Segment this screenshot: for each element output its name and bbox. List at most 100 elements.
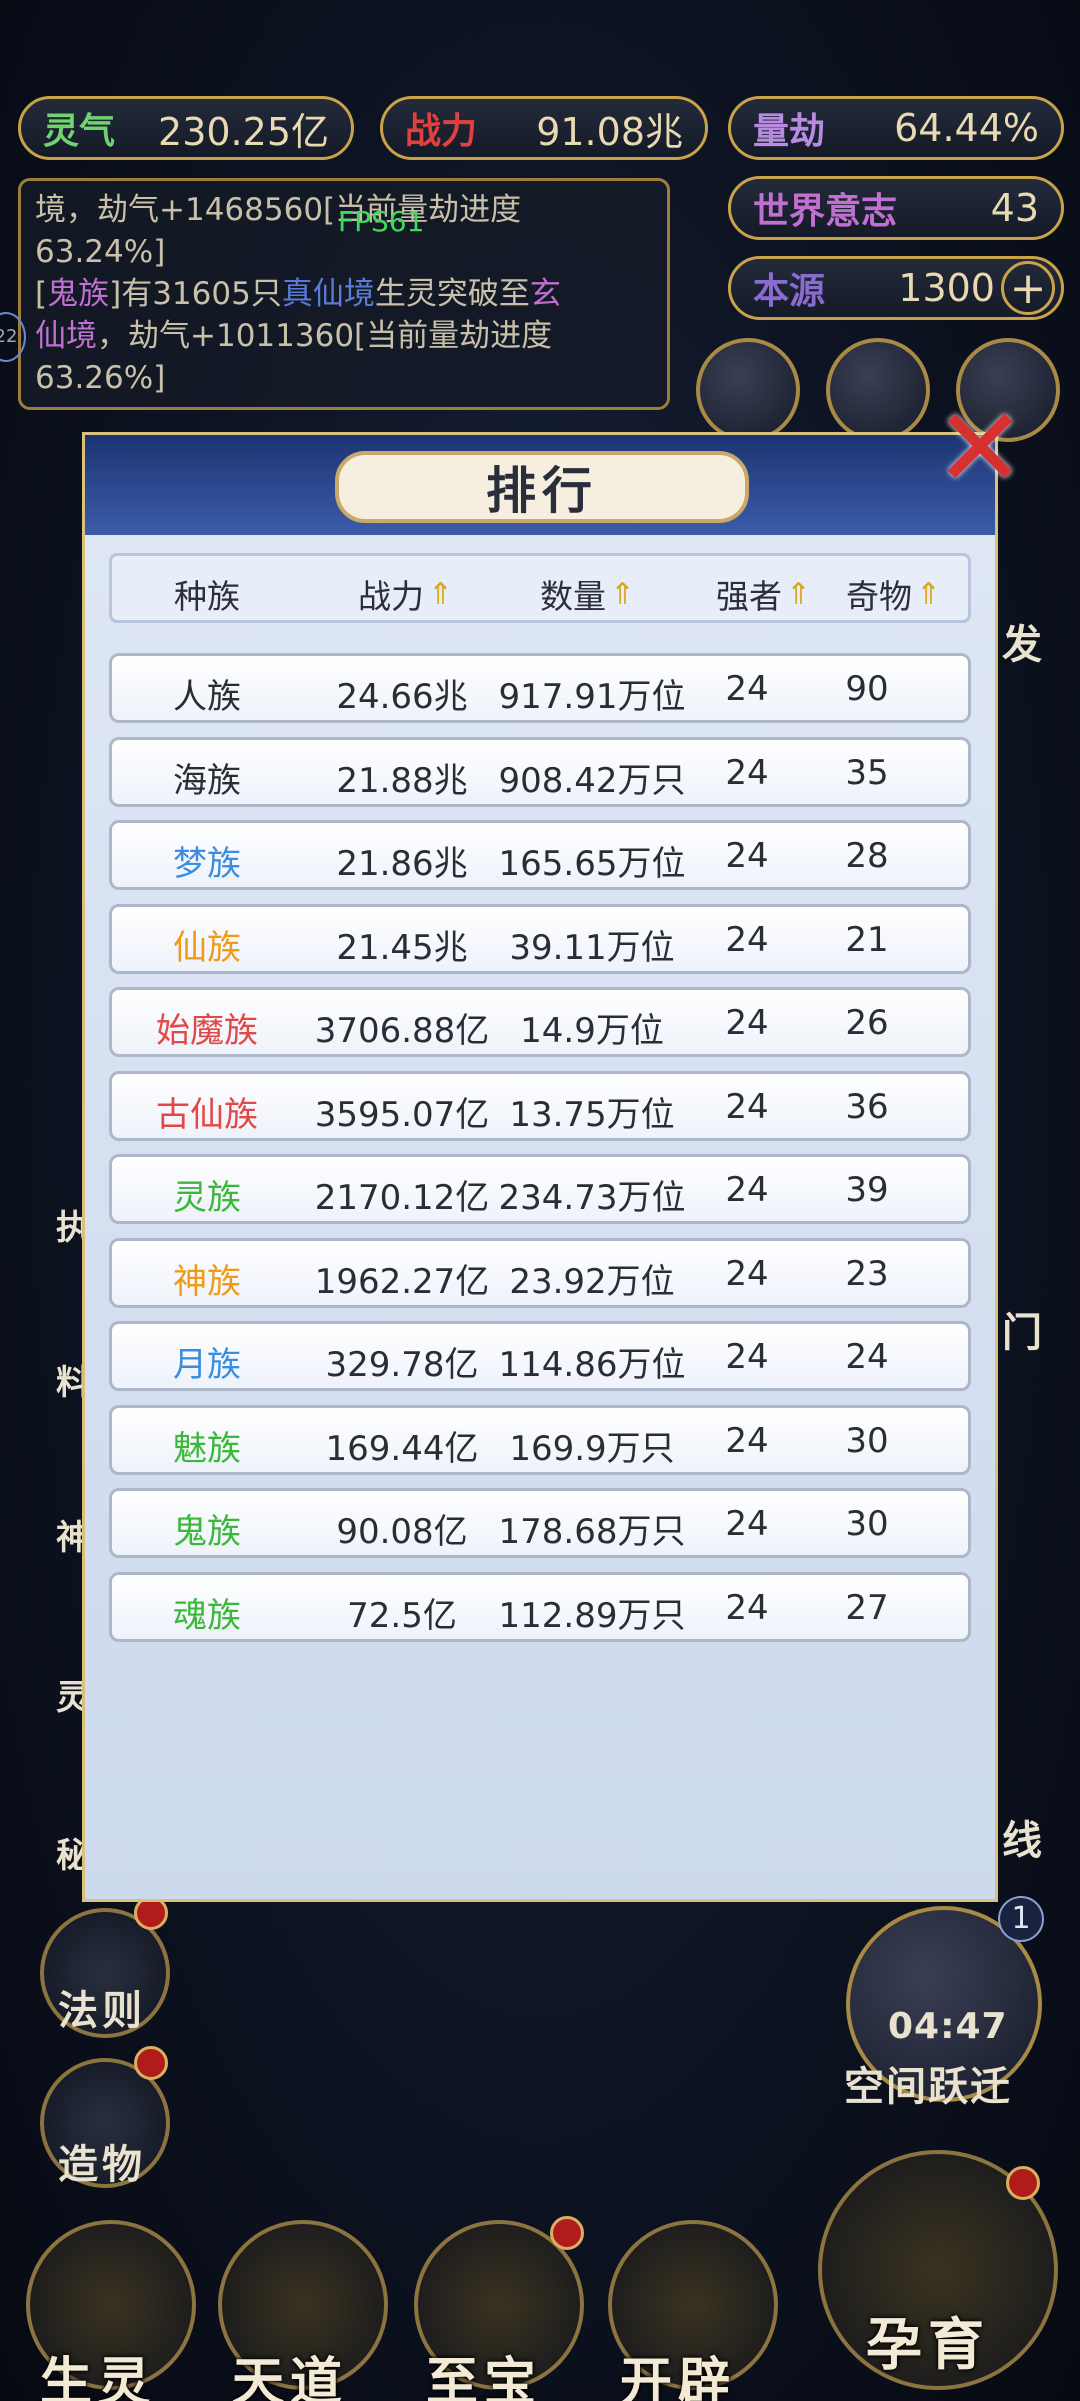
shijie-label: 世界意志: [753, 191, 898, 232]
lingqi-bar: 灵气 230.25亿: [18, 96, 354, 160]
table-row[interactable]: 鬼族 90.08亿 178.68万只 24 30: [109, 1488, 971, 1558]
count-cell: 169.9万只: [509, 1428, 675, 1469]
count-cell: 178.68万只: [498, 1512, 686, 1552]
power-cell: 21.86兆: [336, 844, 468, 884]
benyuan-plus-button[interactable]: +: [1001, 261, 1055, 315]
table-row[interactable]: 古仙族 3595.07亿 13.75万位 24 36: [109, 1070, 971, 1141]
sort-arrow-icon: ⇑: [610, 576, 636, 612]
zhibao-notify-dot: [550, 2216, 584, 2250]
liangjie-label: 量劫: [753, 111, 826, 152]
race-cell: 魅族: [173, 1428, 241, 1469]
count-cell: 13.75万位: [509, 1094, 675, 1135]
side-xian-label: 线: [1002, 1818, 1046, 1864]
table-row[interactable]: 梦族 21.86兆 165.65万位 24 28: [109, 820, 971, 890]
table-row[interactable]: 始魔族 3706.88亿 14.9万位 24 26: [109, 987, 971, 1057]
strong-cell: 24: [725, 1253, 769, 1294]
power-cell: 1962.27亿: [314, 1261, 490, 1302]
table-row[interactable]: 魅族 169.44亿 169.9万只 24 30: [109, 1404, 971, 1475]
power-cell: 24.66兆: [336, 677, 468, 717]
header-count-sort[interactable]: 数量 ⇑: [540, 570, 635, 618]
race-cell: 鬼族: [173, 1512, 241, 1552]
lingqi-label: 灵气: [43, 111, 116, 152]
table-row[interactable]: 仙族 21.45兆 39.11万位 24 21: [109, 903, 971, 974]
count-cell: 908.42万只: [498, 760, 686, 801]
space-jump-badge: 1: [998, 1896, 1044, 1942]
race-cell: 魂族: [173, 1595, 241, 1636]
ranking-panel: 排行 种族 战力 ⇑ 数量 ⇑ 强者 ⇑ 奇物 ⇑ 人族 24.66兆 917.91万位 24…: [82, 432, 998, 1902]
zaowu-label: 造物: [58, 2142, 146, 2188]
table-row[interactable]: 魂族 72.5亿 112.89万只 24 27: [109, 1571, 971, 1642]
power-cell: 169.44亿: [325, 1428, 479, 1469]
items-cell: 21: [845, 919, 889, 960]
race-cell: 神族: [173, 1261, 241, 1302]
count-cell: 112.89万只: [498, 1595, 686, 1636]
sort-arrow-icon: ⇑: [786, 576, 812, 612]
race-cell: 人族: [173, 677, 241, 717]
header-items-sort[interactable]: 奇物 ⇑: [846, 570, 941, 618]
tiandao-label: 天道: [232, 2353, 349, 2401]
count-cell: 23.92万位: [509, 1261, 675, 1302]
shengling-label: 生灵: [40, 2353, 157, 2401]
strong-cell: 24: [725, 669, 769, 709]
table-header: 种族 战力 ⇑ 数量 ⇑ 强者 ⇑ 奇物 ⇑: [109, 553, 971, 623]
space-jump-timer: 04:47: [888, 2006, 1008, 2047]
strong-cell: 24: [725, 1504, 769, 1544]
header-race: 种族: [174, 577, 240, 616]
kaipi-label: 开辟: [620, 2353, 737, 2401]
side-fa-label: 发: [1002, 622, 1046, 668]
zaowu-notify-dot: [134, 2046, 168, 2080]
items-cell: 36: [845, 1086, 889, 1127]
table-row[interactable]: 灵族 2170.12亿 234.73万位 24 39: [109, 1154, 971, 1224]
benyuan-bar: 本源 1300 +: [728, 256, 1064, 320]
items-cell: 23: [845, 1253, 889, 1294]
liangjie-bar: 量劫 64.44%: [728, 96, 1064, 160]
side-men-label: 门: [1002, 1310, 1046, 1356]
table-row[interactable]: 人族 24.66兆 917.91万位 24 90: [109, 653, 971, 723]
race-cell: 始魔族: [156, 1011, 258, 1051]
close-icon[interactable]: ✕: [930, 393, 1030, 503]
count-cell: 234.73万位: [498, 1178, 686, 1218]
power-cell: 72.5亿: [347, 1595, 457, 1636]
strong-cell: 24: [725, 1170, 769, 1210]
items-cell: 27: [845, 1587, 889, 1628]
race-cell: 仙族: [173, 927, 241, 968]
count-cell: 165.65万位: [498, 844, 686, 884]
table-row[interactable]: 海族 21.88兆 908.42万只 24 35: [109, 736, 971, 807]
yunyu-label: 孕育: [866, 2313, 990, 2378]
fps-counter: FPS61: [338, 205, 425, 238]
sort-arrow-icon: ⇑: [428, 576, 454, 612]
skill-icon[interactable]: [826, 338, 930, 442]
zhanli-label: 战力: [405, 111, 478, 152]
race-cell: 灵族: [173, 1178, 241, 1218]
power-cell: 3595.07亿: [314, 1094, 490, 1135]
menu-icon[interactable]: [696, 338, 800, 442]
count-cell: 917.91万位: [498, 677, 686, 717]
count-cell: 114.86万位: [498, 1345, 686, 1385]
faze-label: 法则: [58, 1988, 146, 2034]
zhanli-value: 91.08兆: [536, 109, 683, 154]
strong-cell: 24: [725, 1587, 769, 1628]
log-line-4: 63.26%]: [35, 360, 166, 396]
table-row[interactable]: 神族 1962.27亿 23.92万位 24 23: [109, 1237, 971, 1308]
header-power-sort[interactable]: 战力 ⇑: [358, 570, 453, 618]
yunyu-notify-dot: [1006, 2166, 1040, 2200]
shijie-bar: 世界意志 43: [728, 176, 1064, 240]
benyuan-label: 本源: [753, 271, 826, 312]
lingqi-value: 230.25亿: [158, 109, 329, 154]
liangjie-value: 64.44%: [894, 106, 1039, 150]
count-cell: 14.9万位: [520, 1011, 664, 1051]
items-cell: 90: [845, 669, 889, 709]
race-cell: 古仙族: [156, 1094, 258, 1135]
space-jump-label: 空间跃迁: [844, 2064, 1012, 2110]
header-strong-sort[interactable]: 强者 ⇑: [716, 570, 811, 618]
power-cell: 21.45兆: [336, 927, 468, 968]
power-cell: 90.08亿: [336, 1512, 468, 1552]
items-cell: 24: [845, 1337, 889, 1377]
table-row[interactable]: 月族 329.78亿 114.86万位 24 24: [109, 1321, 971, 1391]
power-cell: 3706.88亿: [314, 1011, 490, 1051]
log-line-3: 仙境，劫气+1011360[当前量劫进度: [35, 318, 553, 354]
strong-cell: 24: [725, 752, 769, 793]
items-cell: 39: [845, 1170, 889, 1210]
panel-title: 排行: [335, 451, 749, 523]
strong-cell: 24: [725, 1420, 769, 1461]
